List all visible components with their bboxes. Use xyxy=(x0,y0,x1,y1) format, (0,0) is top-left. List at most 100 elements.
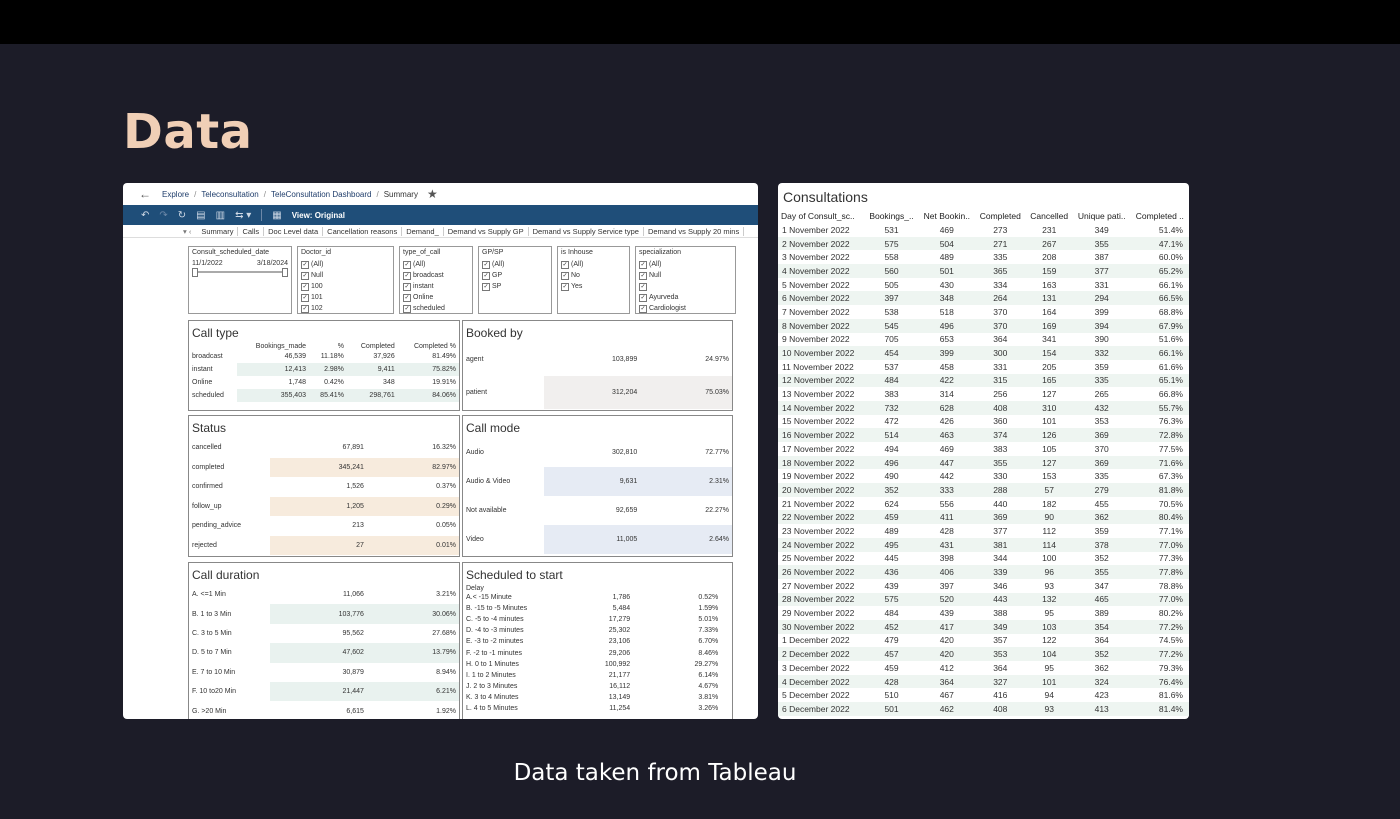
filter-option[interactable]: ✓ xyxy=(639,281,732,292)
filter-option[interactable]: ✓ Online xyxy=(403,292,469,303)
table-cell: 6 December 2022 xyxy=(778,702,865,716)
table-cell: 357 xyxy=(993,635,1008,646)
checkbox[interactable]: ✓ xyxy=(639,304,647,313)
table-cell: 76.3% xyxy=(1158,416,1183,427)
checkbox[interactable]: ✓ xyxy=(482,271,490,280)
table-cell: 465 xyxy=(1072,592,1131,607)
checkbox[interactable]: ✓ xyxy=(301,282,309,291)
table-cell: 369 xyxy=(1072,455,1131,470)
checkbox[interactable]: ✓ xyxy=(403,293,411,302)
filter-option[interactable]: ✓ broadcast xyxy=(403,270,469,281)
filter-option[interactable]: ✓ Null xyxy=(639,270,732,281)
checkbox[interactable]: ✓ xyxy=(482,260,490,269)
redo-icon[interactable]: ↷ xyxy=(159,210,167,221)
table-cell: 0.01% xyxy=(366,535,459,555)
column-header: Cancelled xyxy=(1030,211,1069,221)
table-cell: 84.06% xyxy=(397,389,459,402)
filter-option[interactable]: ✓ (All) xyxy=(561,259,626,270)
tab-demand-service[interactable]: Demand vs Supply Service type xyxy=(529,226,644,236)
table-cell: 77.3% xyxy=(1158,553,1183,564)
table-cell: 349 xyxy=(1094,224,1109,235)
undo-icon[interactable]: ↶ xyxy=(141,210,149,221)
filter-option[interactable]: ✓ Yes xyxy=(561,281,626,292)
checkbox[interactable]: ✓ xyxy=(639,282,647,291)
checkbox[interactable]: ✓ xyxy=(561,271,569,280)
table-cell: 412 xyxy=(939,662,954,673)
table-cell: 406 xyxy=(918,565,975,579)
tab-doc-level[interactable]: Doc Level data xyxy=(264,226,324,236)
tabs-nav-icon[interactable]: ▾ ‹ xyxy=(183,227,191,236)
table-cell: 335 xyxy=(993,252,1008,263)
filter-option[interactable]: ✓ No xyxy=(561,270,626,281)
checkbox[interactable]: ✓ xyxy=(403,304,411,313)
filter-option[interactable]: ✓ 102 xyxy=(301,303,390,314)
checkbox[interactable]: ✓ xyxy=(482,282,490,291)
slider-handle-left[interactable] xyxy=(192,268,198,277)
table-row: Online 1,748 0.42% 348 19.91% xyxy=(189,376,459,389)
filter-option[interactable]: ✓ Cardiologist xyxy=(639,303,732,314)
table-cell: 545 xyxy=(864,318,919,333)
filter-option[interactable]: ✓ scheduled xyxy=(403,303,469,314)
tab-cancellation[interactable]: Cancellation reasons xyxy=(323,226,403,236)
refresh-icon[interactable]: ▥ xyxy=(216,210,225,221)
filter-option[interactable]: ✓ (All) xyxy=(301,259,390,270)
table-cell: 267 xyxy=(1025,236,1073,251)
table-cell: 100 xyxy=(1042,553,1057,564)
table-cell: 77.1% xyxy=(1158,525,1183,536)
table-cell: 447 xyxy=(918,455,975,470)
filter-option[interactable]: ✓ Ayurveda xyxy=(639,292,732,303)
table-cell: 490 xyxy=(884,471,899,482)
checkbox[interactable]: ✓ xyxy=(403,282,411,291)
breadcrumb-dashboard[interactable]: TeleConsultation Dashboard xyxy=(271,190,372,199)
tab-demand[interactable]: Demand_ xyxy=(402,226,444,236)
checkbox[interactable]: ✓ xyxy=(403,271,411,280)
table-cell: 82.97% xyxy=(366,457,459,477)
table-cell: 12,413 xyxy=(237,363,309,376)
slider-handle-right[interactable] xyxy=(282,268,288,277)
filter-option[interactable]: ✓ Null xyxy=(301,270,390,281)
back-arrow-icon[interactable]: ← xyxy=(139,187,151,201)
table-cell: follow_up xyxy=(192,502,222,510)
checkbox[interactable]: ✓ xyxy=(561,260,569,269)
filter-option[interactable]: ✓ (All) xyxy=(403,259,469,270)
filter-option[interactable]: ✓ 100 xyxy=(301,281,390,292)
table-row: Not available 92,659 22.27% xyxy=(463,496,732,525)
checkbox[interactable]: ✓ xyxy=(301,304,309,313)
date-slider[interactable] xyxy=(192,268,288,277)
filter-option[interactable]: ✓ SP xyxy=(482,281,548,292)
filter-option[interactable]: ✓ (All) xyxy=(482,259,548,270)
table-cell: 51.6% xyxy=(1158,334,1183,345)
checkbox[interactable]: ✓ xyxy=(301,271,309,280)
table-row: F. 10 to20 Min 21,447 6.21% xyxy=(189,681,459,702)
tab-demand-gp[interactable]: Demand vs Supply GP xyxy=(444,226,529,236)
checkbox[interactable]: ✓ xyxy=(639,260,647,269)
table-cell: 2 November 2022 xyxy=(778,236,865,251)
filter-option[interactable]: ✓ 101 xyxy=(301,292,390,303)
tab-demand-20[interactable]: Demand vs Supply 20 mins xyxy=(644,226,745,236)
view-original-button[interactable]: View: Original xyxy=(292,211,345,220)
table-cell: 208 xyxy=(1042,252,1057,263)
checkbox[interactable]: ✓ xyxy=(561,282,569,291)
table-cell: 114 xyxy=(1025,537,1073,552)
filter-option[interactable]: ✓ (All) xyxy=(639,259,732,270)
table-cell: 443 xyxy=(974,592,1026,607)
table-cell: agent xyxy=(466,356,484,363)
filter-option[interactable]: ✓ GP xyxy=(482,270,548,281)
pause-icon[interactable]: ▤ xyxy=(196,210,205,221)
date-filter[interactable]: Consult_scheduled_date 11/1/2022 3/18/202… xyxy=(188,246,292,314)
star-icon[interactable]: ★ xyxy=(427,187,438,201)
checkbox[interactable]: ✓ xyxy=(301,293,309,302)
checkbox[interactable]: ✓ xyxy=(403,260,411,269)
table-cell: instant xyxy=(192,366,213,373)
breadcrumb-explore[interactable]: Explore xyxy=(162,190,189,199)
revert-icon[interactable]: ↻ xyxy=(178,210,186,221)
checkbox[interactable]: ✓ xyxy=(639,271,647,280)
tab-calls[interactable]: Calls xyxy=(238,226,265,236)
tab-summary[interactable]: Summary xyxy=(197,226,239,236)
table-cell: 231 xyxy=(1042,224,1057,235)
filter-option[interactable]: ✓ instant xyxy=(403,281,469,292)
breadcrumb-teleconsultation[interactable]: Teleconsultation xyxy=(201,190,258,199)
data-source-icon[interactable]: ⇆ ▾ xyxy=(235,210,251,221)
checkbox[interactable]: ✓ xyxy=(639,293,647,302)
checkbox[interactable]: ✓ xyxy=(301,260,309,269)
